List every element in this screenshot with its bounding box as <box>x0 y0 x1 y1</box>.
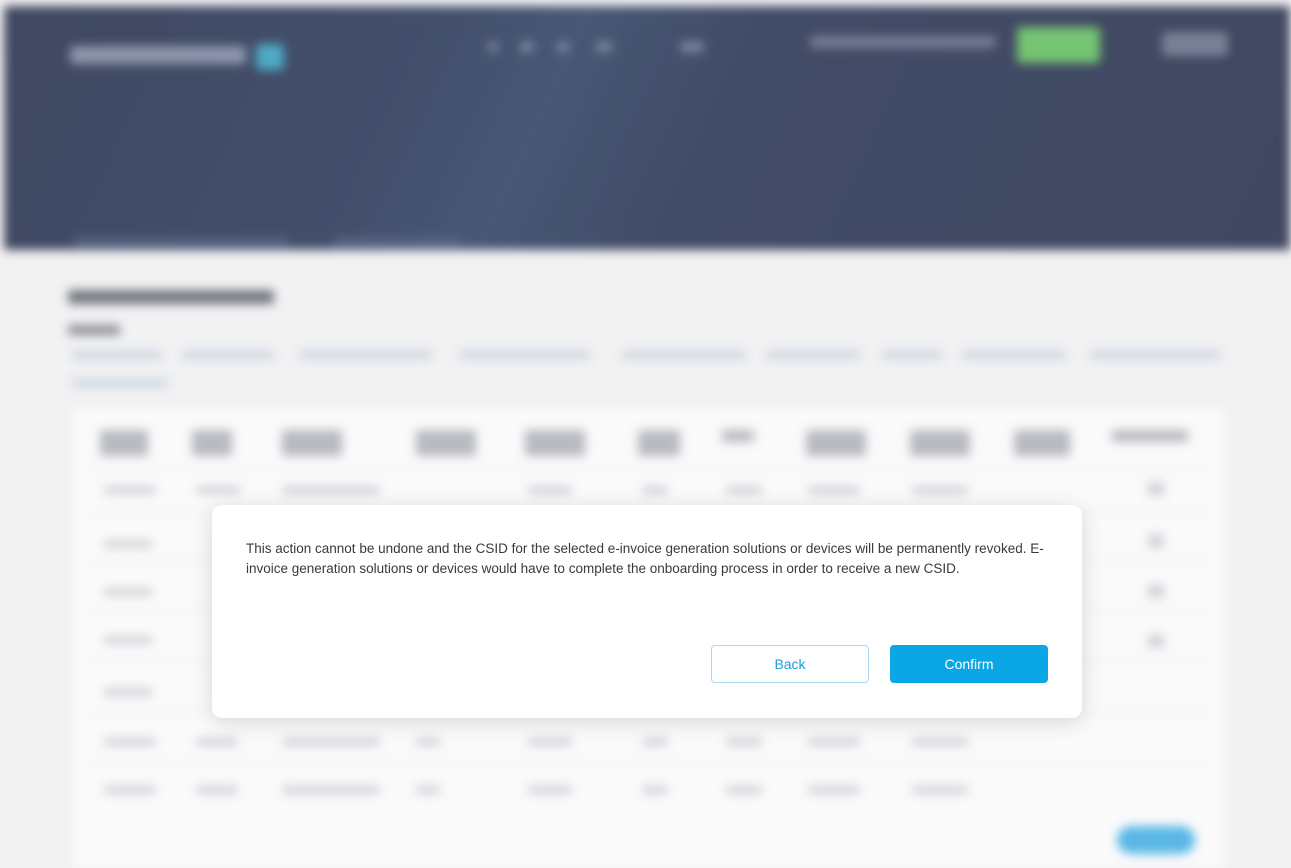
dialog-message: This action cannot be undone and the CSI… <box>246 541 1044 576</box>
revoke-confirmation-dialog: This action cannot be undone and the CSI… <box>212 505 1082 718</box>
back-button[interactable]: Back <box>711 645 869 683</box>
modal-backdrop <box>0 0 1291 868</box>
confirm-button[interactable]: Confirm <box>890 645 1048 683</box>
